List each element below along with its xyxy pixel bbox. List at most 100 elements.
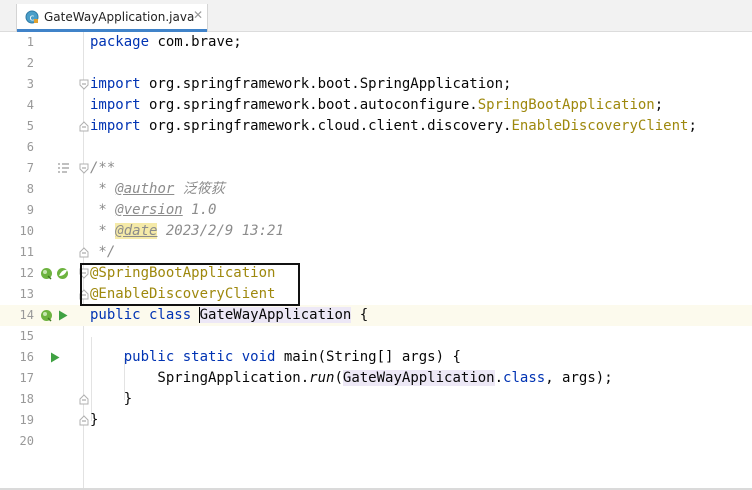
- code-line[interactable]: 2: [0, 53, 752, 74]
- fold-close-icon[interactable]: [79, 394, 89, 405]
- code-token: org.springframework.boot.SpringApplicati…: [140, 76, 512, 92]
- line-number: 8: [26, 182, 34, 196]
- code-line[interactable]: 7 /**: [0, 158, 752, 179]
- code-token: ;: [654, 97, 664, 113]
- render-doc-icon[interactable]: [57, 162, 70, 175]
- fold-open-icon[interactable]: [79, 79, 89, 90]
- code-token: .: [494, 370, 504, 386]
- line-number: 1: [26, 35, 34, 49]
- code-line[interactable]: 10 * @date 2023/2/9 13:21: [0, 221, 752, 242]
- code-text: import org.springframework.boot.autoconf…: [90, 97, 663, 114]
- code-token: class: [503, 370, 546, 386]
- code-line[interactable]: 18 }: [0, 389, 752, 410]
- code-token: 1.0: [182, 202, 217, 218]
- code-token: SpringApplication.: [90, 370, 310, 386]
- code-editor[interactable]: 1 package com.brave; 2 3 import org.springfr…: [0, 32, 752, 490]
- code-text: public class GateWayApplication {: [90, 307, 368, 324]
- code-line[interactable]: 3 import org.springframework.boot.SpringA…: [0, 74, 752, 95]
- code-token: @author: [115, 181, 175, 197]
- code-line[interactable]: 11 */: [0, 242, 752, 263]
- code-line[interactable]: 8 * @author 泛筱荻: [0, 179, 752, 200]
- code-token: org.springframework.cloud.client.discove…: [140, 118, 512, 134]
- code-text: @EnableDiscoveryClient: [90, 286, 275, 303]
- run-icon[interactable]: [58, 310, 68, 321]
- fold-close-icon[interactable]: [79, 121, 89, 132]
- code-token: */: [90, 244, 116, 260]
- code-text: @SpringBootApplication: [90, 265, 275, 282]
- code-text: /**: [90, 160, 115, 177]
- code-line[interactable]: 15: [0, 326, 752, 347]
- tab-gatewayapplication-java[interactable]: c GateWayApplication.java ✕: [16, 4, 208, 32]
- code-line[interactable]: 16 public static void main(String[] args…: [0, 347, 752, 368]
- code-line[interactable]: 9 * @version 1.0: [0, 200, 752, 221]
- code-token: @version: [115, 202, 183, 218]
- fold-close-icon[interactable]: [79, 247, 89, 258]
- code-token: @SpringBootApplication: [90, 265, 276, 281]
- java-class-icon: c: [25, 10, 39, 24]
- code-line[interactable]: 14 public class GateWayApplication {: [0, 305, 752, 326]
- line-number: 18: [19, 392, 34, 406]
- spring-bean-icon[interactable]: [40, 309, 53, 322]
- tab-label: GateWayApplication.java: [44, 10, 195, 24]
- code-line[interactable]: 1 package com.brave;: [0, 32, 752, 53]
- code-line[interactable]: 17 SpringApplication.run(GateWayApplicat…: [0, 368, 752, 389]
- code-line[interactable]: 20: [0, 431, 752, 452]
- line-number: 4: [26, 98, 34, 112]
- code-token: org.springframework.boot.autoconfigure.: [140, 97, 478, 113]
- code-text: }: [90, 412, 98, 429]
- code-text: }: [90, 391, 132, 408]
- code-text: import org.springframework.boot.SpringAp…: [90, 76, 511, 93]
- line-number: 13: [19, 287, 34, 301]
- code-line[interactable]: 19}: [0, 410, 752, 431]
- line-number: 14: [19, 308, 34, 322]
- code-token: ;: [688, 118, 697, 134]
- code-text: * @date 2023/2/9 13:21: [90, 223, 284, 240]
- code-token: *: [90, 181, 116, 197]
- line-number: 7: [26, 161, 34, 175]
- code-token: import: [90, 76, 141, 92]
- line-number: 3: [26, 77, 34, 91]
- code-line[interactable]: 5 import org.springframework.cloud.client…: [0, 116, 752, 137]
- line-number: 16: [19, 350, 34, 364]
- code-token: @date: [115, 223, 158, 239]
- code-line[interactable]: 4 import org.springframework.boot.autocon…: [0, 95, 752, 116]
- line-number: 5: [26, 119, 34, 133]
- code-line[interactable]: 13 @EnableDiscoveryClient: [0, 284, 752, 305]
- code-token: SpringBootApplication: [477, 97, 655, 113]
- svg-text:c: c: [30, 14, 35, 24]
- code-token: package: [90, 34, 150, 50]
- line-number: 6: [26, 140, 34, 154]
- line-number: 15: [19, 329, 34, 343]
- close-icon[interactable]: ✕: [193, 8, 203, 22]
- code-token: EnableDiscoveryClient: [511, 118, 689, 134]
- code-text: */: [90, 244, 115, 261]
- code-token: @EnableDiscoveryClient: [90, 286, 276, 302]
- code-text: * @author 泛筱荻: [90, 181, 225, 198]
- fold-open-icon[interactable]: [79, 163, 89, 174]
- line-number: 2: [26, 56, 34, 70]
- spring-bean-icon[interactable]: [40, 267, 53, 280]
- code-token: 泛筱荻: [174, 181, 225, 197]
- code-token: public class: [90, 307, 200, 323]
- fold-close-icon[interactable]: [79, 289, 89, 300]
- code-token: , args);: [545, 370, 613, 386]
- code-token: {: [351, 307, 369, 323]
- code-line[interactable]: 6: [0, 137, 752, 158]
- code-token: import: [90, 97, 141, 113]
- run-icon[interactable]: [50, 352, 60, 363]
- code-token: *: [90, 202, 116, 218]
- code-token: 2023/2/9 13:21: [157, 223, 284, 239]
- fold-close-icon[interactable]: [79, 415, 89, 426]
- code-text: package com.brave;: [90, 34, 242, 51]
- spring-config-icon[interactable]: [56, 267, 69, 280]
- code-text: SpringApplication.run(GateWayApplication…: [90, 370, 613, 387]
- line-number: 20: [19, 434, 34, 448]
- line-number: 11: [19, 245, 34, 259]
- code-token: com.brave;: [149, 34, 242, 50]
- fold-open-icon[interactable]: [79, 268, 89, 279]
- code-token: import: [90, 118, 141, 134]
- code-token: run: [309, 370, 335, 386]
- code-line[interactable]: 12 @SpringBootApplication: [0, 263, 752, 284]
- line-number: 12: [19, 266, 34, 280]
